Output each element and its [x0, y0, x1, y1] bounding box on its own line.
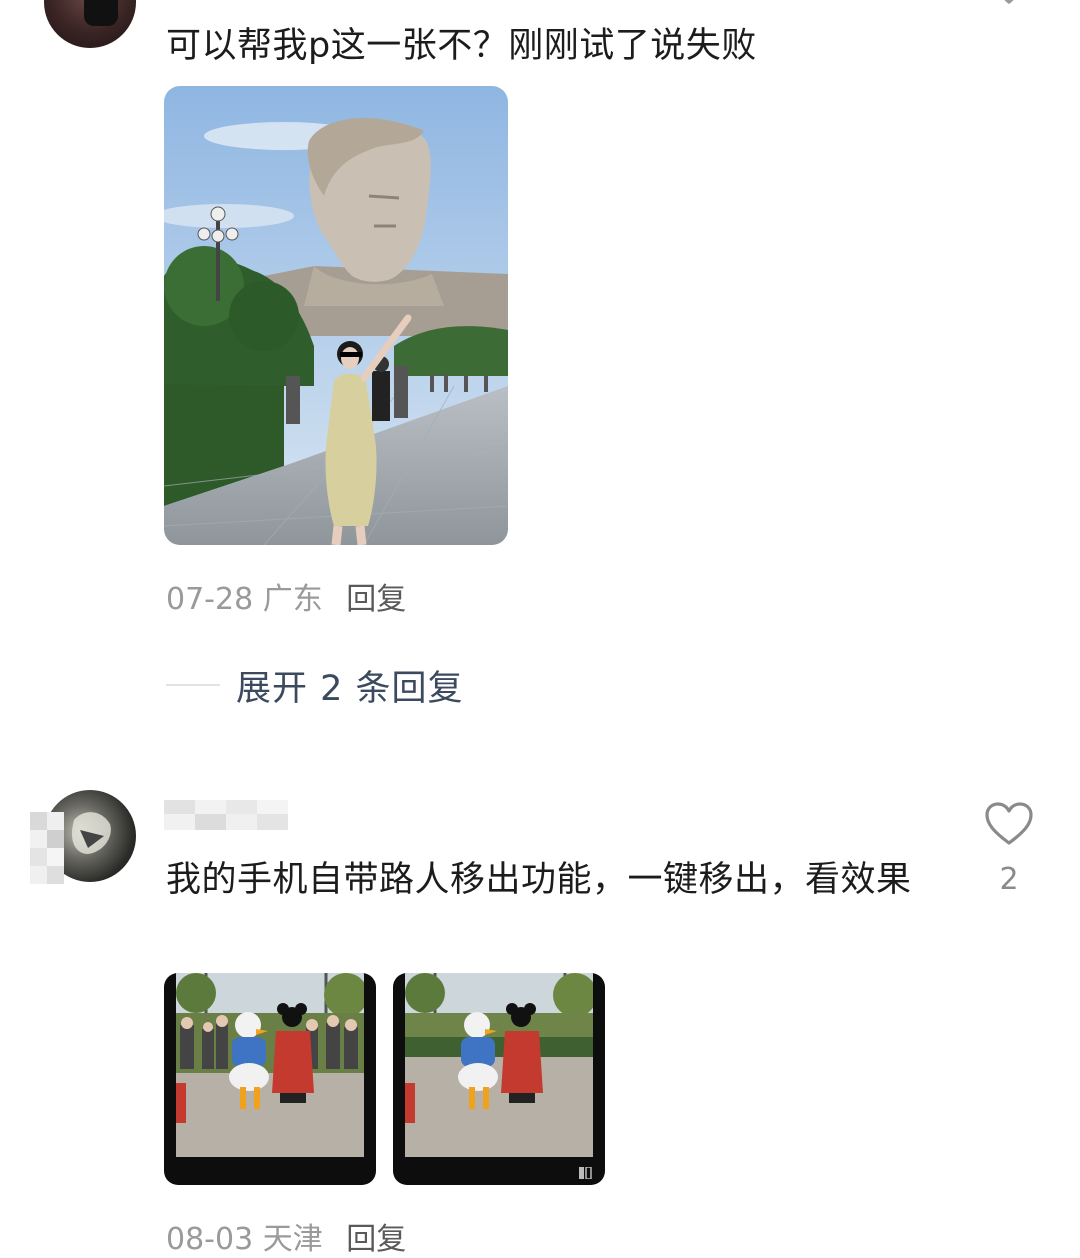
comment-meta: 07-28 广东 回复 — [166, 574, 406, 618]
chevron-down-icon[interactable] — [986, 0, 1032, 18]
expand-replies-label: 展开 2 条回复 — [236, 668, 464, 709]
comment-image[interactable] — [164, 86, 508, 545]
statue-photo — [164, 86, 508, 545]
heart-icon[interactable] — [984, 800, 1034, 850]
divider-line — [166, 684, 220, 686]
avatar[interactable] — [44, 0, 136, 48]
blur-mosaic — [30, 812, 64, 884]
parade-photo-after — [405, 973, 593, 1157]
live-photo-icon — [579, 1167, 592, 1179]
reply-button[interactable]: 回复 — [346, 582, 406, 617]
comment-text: 可以帮我p这一张不？刚刚试了说失败 — [166, 26, 757, 66]
comment-text: 我的手机自带路人移出功能，一键移出，看效果 — [166, 860, 912, 900]
username-blurred[interactable] — [164, 798, 288, 832]
comment-meta: 08-03 天津 回复 — [166, 1214, 406, 1258]
comment-date: 07-28 — [166, 582, 254, 617]
comment-location: 广东 — [262, 582, 323, 617]
comment-image[interactable] — [164, 973, 376, 1185]
expand-replies-button[interactable]: 展开 2 条回复 — [166, 660, 464, 710]
like-count: 2 — [999, 862, 1019, 897]
parade-photo-before — [176, 973, 364, 1157]
comment-image[interactable] — [393, 973, 605, 1185]
